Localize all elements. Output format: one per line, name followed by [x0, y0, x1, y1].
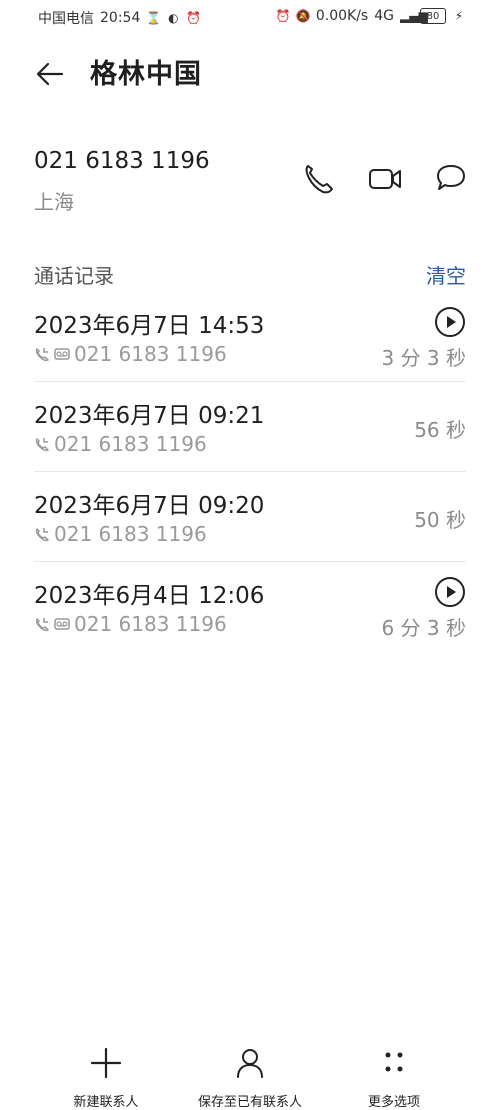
call-date: 2023年6月4日 12:06 [34, 583, 265, 609]
divider [34, 381, 466, 382]
new-contact-button[interactable]: 新建联系人 [46, 1045, 166, 1110]
incoming-call-icon [35, 348, 49, 362]
phone-icon [305, 165, 333, 194]
call-number: 021 6183 1196 [74, 342, 227, 366]
incoming-call-icon [35, 528, 49, 542]
video-call-button[interactable] [366, 160, 404, 198]
carrier-name: 中国电信 [38, 11, 94, 27]
signal-label: 4G [374, 8, 394, 24]
save-to-existing-contact-button[interactable]: 保存至已有联系人 [190, 1045, 310, 1110]
play-icon [435, 577, 465, 607]
divider [34, 471, 466, 472]
call-number: 021 6183 1196 [74, 612, 227, 636]
signal-icon: ▂▄▆ [400, 9, 428, 23]
charging-icon: ⚡ [454, 9, 464, 23]
call-date: 2023年6月7日 14:53 [34, 313, 265, 339]
network-speed: 0.00K/s [315, 8, 369, 24]
arrow-left-icon [36, 62, 64, 86]
message-button[interactable] [432, 160, 470, 198]
nav-label: 新建联系人 [73, 1095, 139, 1110]
call-button[interactable] [298, 160, 336, 198]
battery-level: 80 [426, 10, 440, 22]
status-time: 20:54 [100, 10, 141, 26]
wechat-icon: ◐ [168, 11, 179, 25]
call-duration: 50 秒 [414, 508, 466, 532]
mute-icon: 🔕 [295, 9, 311, 23]
person-icon [237, 1049, 263, 1078]
alarm-icon: ⏰ [186, 11, 202, 25]
status-right: ⏰ 🔕 0.00K/s 4G ▂▄▆ 80 ⚡ [276, 8, 466, 24]
call-date: 2023年6月7日 09:21 [34, 403, 265, 429]
status-left: 中国电信 20:54 ⌛ ◐ ⏰ [38, 8, 202, 28]
call-duration: 3 分 3 秒 [381, 346, 466, 370]
call-number: 021 6183 1196 [54, 432, 207, 456]
call-sub: 021 6183 1196 [34, 342, 227, 366]
hourglass-icon: ⌛ [146, 11, 162, 25]
call-log-item[interactable]: 2023年6月7日 14:53 021 6183 1196 3 分 3 秒 [34, 296, 466, 386]
battery-icon: 80 [420, 8, 446, 24]
call-sub: 021 6183 1196 [34, 522, 207, 546]
chat-icon [437, 165, 465, 190]
call-log-title: 通话记录 [34, 264, 114, 288]
divider [34, 561, 466, 562]
location-label: 上海 [34, 190, 74, 214]
call-sub: 021 6183 1196 [34, 432, 207, 456]
back-button[interactable] [32, 56, 68, 92]
nav-label: 更多选项 [367, 1095, 420, 1110]
incoming-call-icon [35, 618, 49, 632]
call-log-item[interactable]: 2023年6月4日 12:06 021 6183 1196 6 分 3 秒 [34, 566, 466, 656]
more-options-button[interactable]: 更多选项 [334, 1045, 454, 1110]
play-button[interactable] [434, 576, 466, 608]
bottom-nav: 新建联系人 保存至已有联系人 更多选项 [0, 1000, 500, 1110]
voicemail-icon [54, 348, 70, 360]
call-log-item[interactable]: 2023年6月7日 09:21 021 6183 1196 56 秒 [34, 386, 466, 476]
call-duration: 56 秒 [414, 418, 466, 442]
incoming-call-icon [35, 438, 49, 452]
call-log-item[interactable]: 2023年6月7日 09:20 021 6183 1196 50 秒 [34, 476, 466, 566]
nav-label: 保存至已有联系人 [197, 1095, 302, 1110]
voicemail-icon [54, 618, 70, 630]
call-date: 2023年6月7日 09:20 [34, 493, 265, 519]
alarm-icon: ⏰ [275, 9, 291, 23]
call-number: 021 6183 1196 [54, 522, 207, 546]
page-title: 格林中国 [90, 59, 202, 90]
phone-number: 021 6183 1196 [34, 148, 210, 174]
plus-icon [90, 1047, 122, 1079]
video-icon [369, 169, 401, 189]
clear-button[interactable]: 清空 [426, 260, 466, 289]
call-sub: 021 6183 1196 [34, 612, 227, 636]
status-bar: 中国电信 20:54 ⌛ ◐ ⏰ ⏰ 🔕 0.00K/s 4G ▂▄▆ 80 ⚡ [0, 0, 500, 34]
call-duration: 6 分 3 秒 [381, 616, 466, 640]
play-icon [435, 307, 465, 337]
play-button[interactable] [434, 306, 466, 338]
more-icon [385, 1052, 403, 1072]
